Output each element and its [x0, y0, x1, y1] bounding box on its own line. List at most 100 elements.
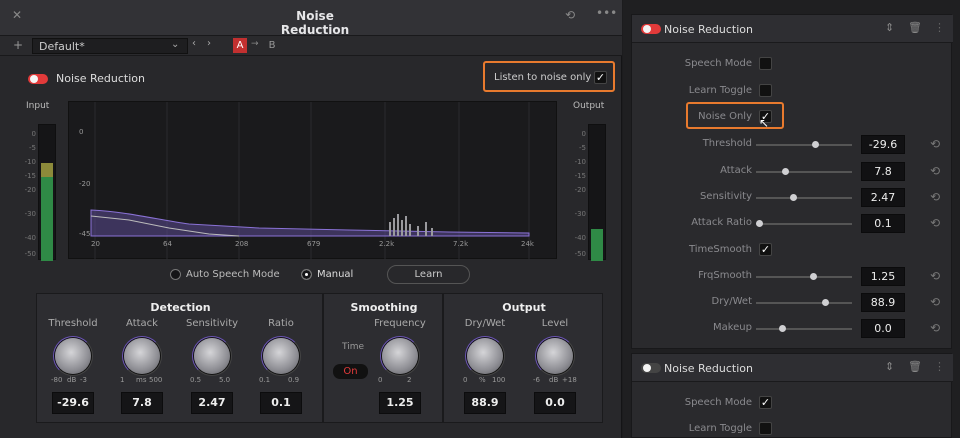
knob-value[interactable]: -29.6 — [52, 392, 94, 414]
copy-arrow-icon[interactable]: → — [251, 39, 259, 49]
time-toggle[interactable]: On — [333, 364, 368, 379]
knob-label: Level — [541, 318, 569, 329]
slider-thumb[interactable] — [756, 220, 763, 227]
slider-track — [756, 276, 852, 278]
input-meter-scale: 0 -5 -10 -15 -20 -30 -40 -50 — [22, 124, 36, 260]
nr-panel-1-header: Noise Reduction ⇕ 🗑 ⋮ — [632, 15, 953, 43]
knob[interactable] — [537, 338, 573, 374]
knob-value[interactable]: 2.47 — [191, 392, 233, 414]
knob-label: Ratio — [268, 318, 294, 329]
param-checkbox[interactable] — [759, 84, 772, 97]
next-preset-icon[interactable]: › — [207, 38, 211, 49]
graph-x-label: 7.2k — [453, 240, 469, 248]
param-value[interactable]: -29.6 — [861, 135, 905, 154]
add-preset-icon[interactable]: + — [13, 38, 23, 52]
knob-value[interactable]: 1.25 — [379, 392, 421, 414]
graph-x-label: 24k — [521, 240, 534, 248]
output-meter-green — [591, 229, 603, 261]
input-meter — [38, 124, 56, 261]
reset-icon[interactable]: ⟲ — [930, 295, 940, 309]
reset-icon[interactable]: ⟲ — [930, 137, 940, 151]
param-label: Threshold — [702, 138, 752, 149]
trash-icon[interactable]: 🗑 — [908, 21, 922, 34]
cursor-icon: ↖ — [759, 116, 770, 130]
param-checkbox[interactable]: ✓ — [759, 243, 772, 256]
knob-scale-min: 0 — [463, 376, 468, 384]
knob[interactable] — [194, 338, 230, 374]
noise-only-highlight — [686, 102, 784, 129]
preset-name: Default* — [39, 40, 85, 53]
previous-preset-icon[interactable]: ‹ — [192, 38, 196, 49]
param-checkbox[interactable]: ✓ — [759, 396, 772, 409]
more-options-icon[interactable]: ••• — [596, 6, 617, 20]
meter-scale-label: -50 — [24, 250, 36, 258]
param-value[interactable]: 0.0 — [861, 319, 905, 338]
knob[interactable] — [55, 338, 91, 374]
param-label: Attack — [720, 165, 752, 176]
reset-icon[interactable]: ⟲ — [930, 321, 940, 335]
panel2-enable-toggle[interactable] — [641, 363, 661, 373]
listen-label: Listen to noise only — [494, 72, 592, 83]
trash-icon[interactable]: 🗑 — [908, 360, 922, 373]
knob-scale-max: 0.9 — [288, 376, 300, 384]
graph-y-label: -20 — [79, 180, 91, 188]
param-label: Makeup — [712, 322, 752, 333]
param-label: Attack Ratio — [691, 217, 752, 228]
b-button[interactable]: B — [265, 38, 279, 53]
reset-icon[interactable]: ⟲ — [930, 164, 940, 178]
param-value[interactable]: 2.47 — [861, 188, 905, 207]
right-panel: Noise Reduction ⇕ 🗑 ⋮ Speech Mode Learn T… — [623, 0, 960, 438]
reset-icon[interactable]: ⟲ — [930, 190, 940, 204]
nr-panel-2: Noise Reduction ⇕ 🗑 ⋮ Speech Mode ✓ Learn … — [631, 353, 953, 438]
meter-scale-label: -15 — [24, 172, 36, 180]
knob-value[interactable]: 7.8 — [121, 392, 163, 414]
close-icon[interactable]: ✕ — [12, 8, 22, 22]
listen-checkbox[interactable]: ✓ — [594, 71, 607, 84]
reset-icon[interactable]: ⟲ — [930, 216, 940, 230]
window-title: Noise Reduction — [280, 9, 350, 37]
slider-thumb[interactable] — [821, 299, 829, 306]
input-label: Input — [26, 101, 50, 111]
slider-thumb[interactable] — [810, 273, 817, 280]
knob[interactable] — [467, 338, 503, 374]
meter-scale-label: 0 — [581, 130, 586, 138]
param-value[interactable]: 1.25 — [861, 267, 905, 286]
knob[interactable] — [124, 338, 160, 374]
param-checkbox[interactable] — [759, 57, 772, 70]
knob-value[interactable]: 88.9 — [464, 392, 506, 414]
knob[interactable] — [263, 338, 299, 374]
param-value[interactable]: 0.1 — [861, 214, 905, 233]
param-checkbox[interactable] — [759, 422, 772, 435]
knob-scale-max: 500 — [149, 376, 163, 384]
knob-label: Frequency — [374, 318, 426, 329]
sort-icon[interactable]: ⇕ — [885, 360, 894, 373]
slider-thumb[interactable] — [790, 194, 798, 201]
drag-handle-icon[interactable]: ⋮ — [934, 21, 945, 34]
smoothing-title: Smoothing — [350, 301, 418, 314]
manual-radio[interactable] — [301, 269, 312, 280]
sort-icon[interactable]: ⇕ — [885, 21, 894, 34]
graph-x-label: 2.2k — [379, 240, 395, 248]
slider-thumb[interactable] — [811, 141, 819, 148]
auto-speech-radio[interactable] — [170, 269, 181, 280]
knob-value[interactable]: 0.0 — [534, 392, 576, 414]
panel1-enable-toggle[interactable] — [641, 24, 661, 34]
param-value[interactable]: 88.9 — [861, 293, 905, 312]
learn-button[interactable]: Learn — [387, 265, 470, 284]
detection-title: Detection — [150, 301, 211, 314]
a-button[interactable]: A — [233, 38, 247, 53]
enable-toggle[interactable] — [28, 74, 48, 84]
meter-scale-label: -5 — [579, 144, 586, 152]
knob-value[interactable]: 0.1 — [260, 392, 302, 414]
knob[interactable] — [382, 338, 418, 374]
slider-thumb[interactable] — [778, 325, 786, 332]
preset-dropdown[interactable]: Default* ⌄ — [32, 38, 188, 54]
param-value[interactable]: 7.8 — [861, 162, 905, 181]
slider-thumb[interactable] — [782, 168, 790, 175]
reset-icon[interactable]: ⟲ — [930, 269, 940, 283]
output-title: Output — [502, 301, 546, 314]
auto-speech-label: Auto Speech Mode — [186, 269, 280, 280]
drag-handle-icon[interactable]: ⋮ — [934, 360, 945, 373]
nr-panel-2-header: Noise Reduction ⇕ 🗑 ⋮ — [632, 354, 953, 382]
reset-icon[interactable]: ⟲ — [565, 8, 575, 22]
